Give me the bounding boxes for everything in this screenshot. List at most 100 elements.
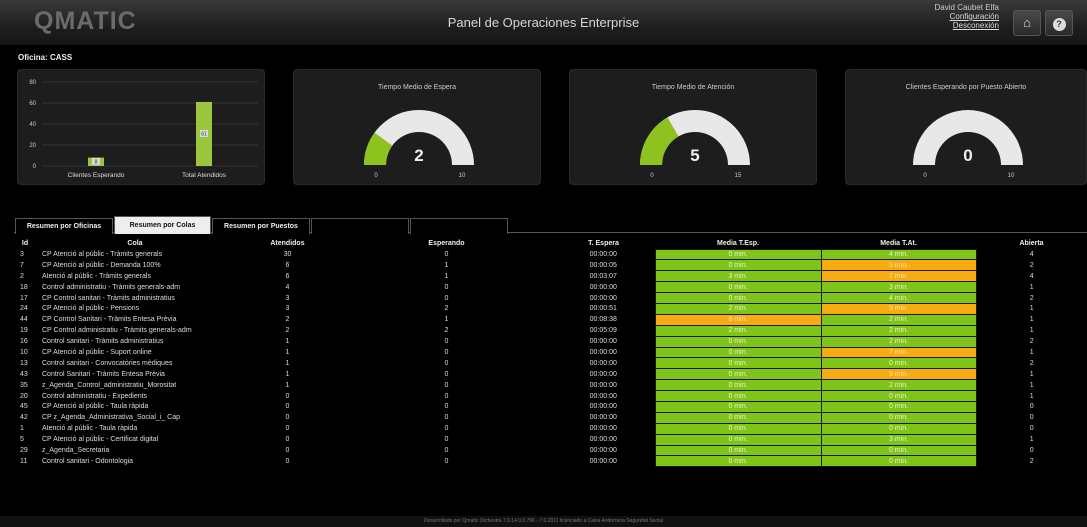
table-row[interactable]: 24 CP Atenció al públic - Pensions 3 2 00:00… — [14, 302, 1087, 315]
cell-avg-wait: 6 min. — [654, 313, 822, 326]
user-box: David Caubet Elfa Configuración Desconex… — [935, 3, 999, 30]
help-button[interactable]: ? — [1045, 10, 1073, 36]
table-row[interactable]: 42 CP z_Agenda_Administrativa_Social_i_ C… — [14, 411, 1087, 424]
tab-empty-1[interactable] — [311, 218, 409, 234]
cell-attended: 0 — [285, 436, 290, 444]
column-header[interactable]: Media T.Esp. — [655, 238, 821, 249]
table-row[interactable]: 11 Control sanitari - Odontologia 0 0 00:00:… — [14, 455, 1087, 468]
table-row[interactable]: 18 Control administratiu - Tràmits genera… — [14, 281, 1087, 294]
cell-queue: CP Atenció al públic - Tràmits generals — [42, 250, 163, 258]
cell-id: 17 — [20, 294, 28, 302]
cell-avg-wait: 0 min. — [654, 281, 822, 294]
cell-id: 16 — [20, 338, 28, 346]
table-row[interactable]: 44 CP Control Sanitari - Tràmits Entesa P… — [14, 313, 1087, 326]
cell-waiting: 2 — [444, 305, 449, 313]
table-body: 3 CP Atenció al públic - Tràmits generals… — [14, 248, 1087, 468]
table-row[interactable]: 16 Control sanitari - Tràmits administrat… — [14, 335, 1087, 348]
table-row[interactable]: 1 Atenció al públic - Taula ràpida 0 0 00:00… — [14, 422, 1087, 435]
table-row[interactable]: 20 Control administratiu - Expedients 0 0 00… — [14, 390, 1087, 402]
gauge-panel-attention: Tiempo Medio de Atención 5 0 15 — [569, 69, 817, 185]
gauge-min-label: 0 — [374, 173, 378, 179]
cell-attended: 4 — [285, 283, 290, 291]
tab-queues[interactable]: Resumen por Colas — [114, 216, 211, 234]
table-row[interactable]: 19 CP Control administratiu - Tràmits gen… — [14, 324, 1087, 337]
gauge-max-label: 10 — [1008, 173, 1015, 179]
cell-id: 42 — [20, 414, 28, 422]
cell-open: 2 — [1029, 457, 1034, 465]
cell-attended: 1 — [285, 381, 290, 389]
cell-open: 1 — [1029, 370, 1034, 378]
gauge-wait: 20 10 — [364, 110, 474, 179]
table-row[interactable]: 3 CP Atenció al públic - Tràmits generals… — [14, 248, 1087, 261]
cell-avg-wait: 0 min. — [654, 455, 822, 468]
cell-waiting: 2 — [444, 327, 449, 335]
cell-waiting: 0 — [444, 370, 449, 378]
table-row[interactable]: 45 CP Atenció al públic - Taula ràpida 0 0 0… — [14, 400, 1087, 413]
cell-attended: 6 — [285, 261, 290, 269]
cell-open: 1 — [1029, 327, 1034, 335]
cell-avg-attend: 9 min. — [820, 302, 977, 315]
table-row[interactable]: 29 z_Agenda_Secretaria 0 0 00:00:00 0 min. 0 m… — [14, 444, 1087, 457]
cell-id: 35 — [20, 381, 28, 389]
table-row[interactable]: 7 CP Atenció al públic - Demanda 100% 6 1 00… — [14, 259, 1087, 272]
column-header[interactable]: Atendidos — [234, 238, 341, 249]
cell-waiting: 0 — [444, 283, 449, 291]
cell-id: 5 — [20, 436, 24, 444]
cell-avg-wait: 0 min. — [654, 335, 822, 348]
cell-attended: 0 — [285, 414, 290, 422]
cell-id: 2 — [20, 272, 24, 280]
table-row[interactable]: 2 Atenció al públic - Tràmits generals 6 1 0… — [14, 270, 1087, 283]
cell-wait-time: 00:00:00 — [589, 425, 617, 433]
cell-queue: CP Control sanitari - Tràmits administra… — [42, 294, 175, 302]
tab-bar: Resumen por Oficinas Resumen por Colas R… — [14, 215, 1087, 234]
tab-desks[interactable]: Resumen por Puestos — [212, 218, 310, 234]
column-header[interactable]: Esperando — [341, 238, 552, 249]
tab-empty-2[interactable] — [410, 218, 508, 234]
cell-wait-time: 00:00:05 — [589, 261, 617, 269]
cell-waiting: 0 — [444, 392, 449, 400]
cell-attended: 1 — [285, 348, 290, 356]
logout-link[interactable]: Desconexión — [935, 21, 999, 30]
queue-table: Id Cola Atendidos Esperando T. Espera Media T… — [14, 238, 1087, 468]
table-row[interactable]: 13 Control sanitari - Convocatòries mèdiq… — [14, 357, 1087, 370]
home-button[interactable]: ⌂ — [1013, 10, 1041, 36]
cell-avg-attend: 5 min. — [820, 368, 977, 381]
table-row[interactable]: 35 z_Agenda_Control_administratiu_Morosit… — [14, 379, 1087, 392]
cell-avg-wait: 0 min. — [654, 422, 822, 435]
cell-wait-time: 00:00:00 — [589, 283, 617, 291]
cell-waiting: 0 — [444, 446, 449, 454]
column-header[interactable]: Id — [14, 238, 36, 249]
cell-waiting: 0 — [444, 348, 449, 356]
column-header[interactable]: Abierta — [976, 238, 1087, 249]
x-category-label: Total Atendidos — [182, 172, 227, 179]
cell-queue: Control administratiu - Expedients — [42, 392, 148, 400]
cell-avg-wait: 3 min. — [654, 270, 822, 283]
column-header[interactable]: T. Espera — [552, 238, 655, 249]
cell-queue: CP Atenció al públic - Suport online — [42, 348, 152, 356]
gauge-panel-wait: Tiempo Medio de Espera 2 0 10 — [293, 69, 541, 185]
table-row[interactable]: 10 CP Atenció al públic - Suport online 1 0… — [14, 346, 1087, 359]
table-row[interactable]: 5 CP Atenció al públic - Certificat digit… — [14, 433, 1087, 446]
cell-avg-attend: 0 min. — [820, 455, 977, 468]
cell-id: 1 — [20, 425, 24, 433]
cell-avg-wait: 0 min. — [654, 379, 822, 392]
cell-wait-time: 00:00:00 — [589, 436, 617, 444]
cell-attended: 0 — [285, 392, 290, 400]
cell-queue: CP Atenció al públic - Demanda 100% — [42, 261, 161, 269]
cell-queue: Control administratiu - Tràmits generals… — [42, 283, 181, 291]
cell-waiting: 0 — [444, 457, 449, 465]
cell-queue: CP z_Agenda_Administrativa_Social_i_ Cap — [42, 414, 181, 422]
config-link[interactable]: Configuración — [935, 12, 999, 21]
cell-avg-wait: 0 min. — [654, 444, 822, 457]
column-header[interactable]: Media T.At. — [821, 238, 976, 249]
table-row[interactable]: 43 Control Sanitari - Tràmits Entesa Prèv… — [14, 368, 1087, 381]
cell-queue: CP Atenció al públic - Pensions — [42, 305, 140, 313]
column-header[interactable]: Cola — [36, 238, 234, 249]
gauge-min-label: 0 — [923, 173, 927, 179]
table-row[interactable]: 17 CP Control sanitari - Tràmits administ… — [14, 292, 1087, 304]
cell-open: 2 — [1029, 294, 1034, 302]
cell-wait-time: 00:00:00 — [589, 446, 617, 454]
cell-open: 1 — [1029, 305, 1034, 313]
cell-attended: 0 — [285, 457, 290, 465]
tab-offices[interactable]: Resumen por Oficinas — [15, 218, 113, 234]
